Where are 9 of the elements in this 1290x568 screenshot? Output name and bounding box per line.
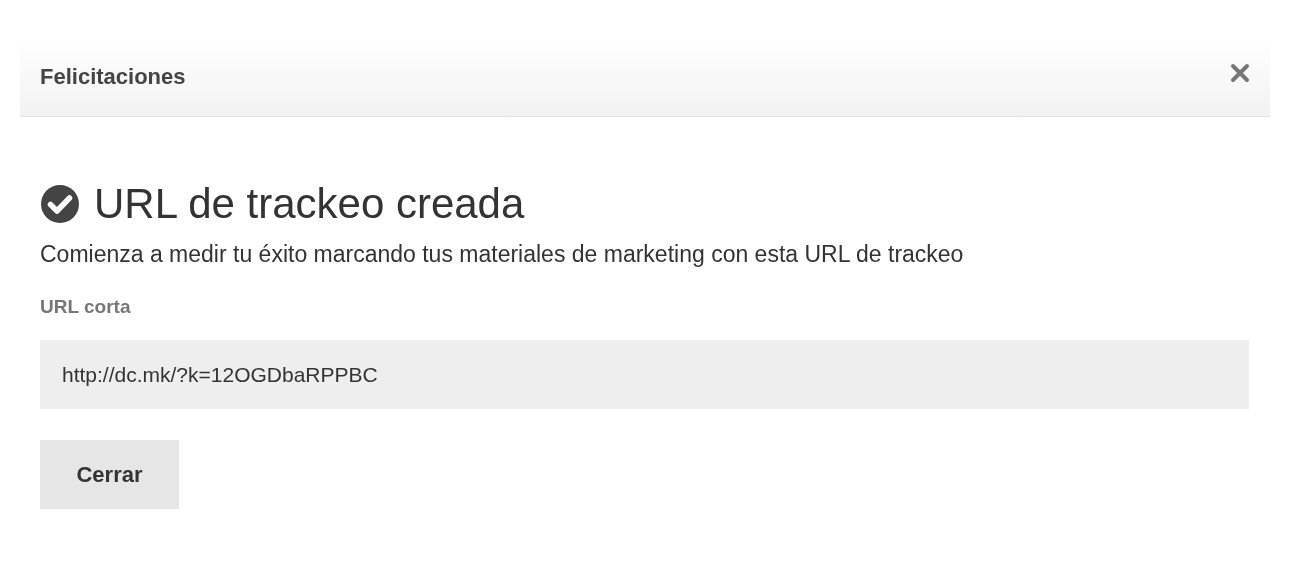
check-circle-icon bbox=[40, 184, 80, 224]
field-label: URL corta bbox=[40, 296, 132, 318]
close-dialog-button[interactable]: Cerrar bbox=[40, 440, 179, 509]
close-button[interactable] bbox=[1230, 63, 1250, 83]
close-icon bbox=[1230, 63, 1250, 83]
dialog-title: Felicitaciones bbox=[40, 64, 186, 90]
success-heading: URL de trackeo creada bbox=[94, 179, 525, 229]
url-field[interactable]: http://dc.mk/?k=12OGDbaRPPBC bbox=[40, 340, 1249, 409]
description-text: Comienza a medir tu éxito marcando tus materiales de marketing con esta URL de trackeo bbox=[40, 241, 965, 268]
